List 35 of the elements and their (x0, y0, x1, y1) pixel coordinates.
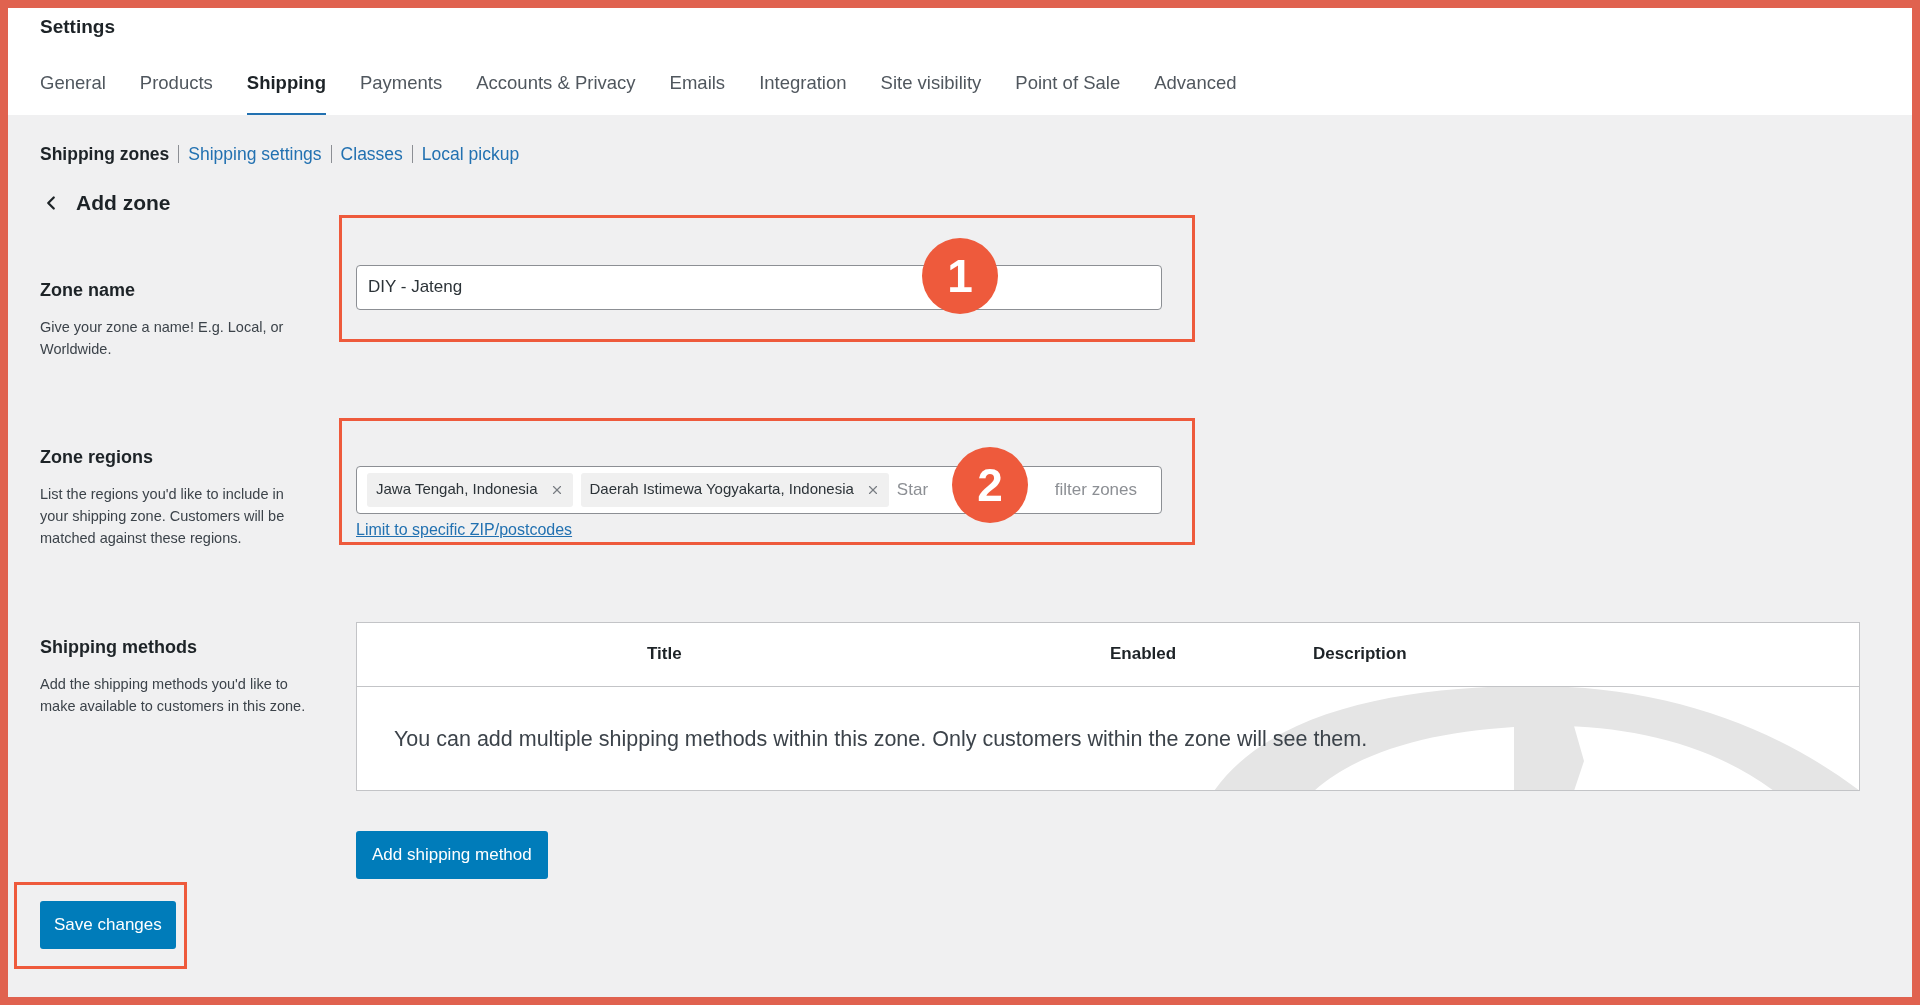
region-chip: Jawa Tengah, Indonesia (367, 472, 573, 507)
column-header: Enabled (1110, 643, 1178, 666)
settings-tab[interactable]: Shipping (246, 69, 326, 115)
settings-tab[interactable]: Products (139, 69, 213, 115)
subnav-link[interactable]: Shipping settings (188, 140, 322, 167)
subnav-link[interactable]: Shipping zones (40, 140, 170, 167)
page-title: Add zone (76, 190, 171, 216)
settings-tab[interactable]: Advanced (1154, 69, 1237, 115)
field-label: Zone name (40, 278, 137, 302)
field-help-text: List the regions you'd like to include in your shipping zone. Customers will be matched against these regions. (40, 484, 286, 548)
settings-tab[interactable]: Payments (359, 69, 443, 115)
callout-number: 1 (922, 238, 998, 314)
page-heading: Settings (40, 15, 116, 39)
subnav-link[interactable]: Local pickup (421, 140, 520, 167)
field-label: Shipping methods (40, 635, 198, 659)
field-help-text: Give your zone a name! E.g. Local, or Worldwide. (40, 317, 285, 359)
placeholder-text: Star (896, 478, 929, 501)
save-changes-button[interactable]: Save changes (40, 900, 176, 949)
settings-tab[interactable]: Emails (669, 69, 726, 115)
settings-tab[interactable]: General (40, 69, 106, 115)
placeholder-text: filter zones (1054, 478, 1137, 501)
settings-tab[interactable]: Integration (759, 69, 847, 115)
settings-tab[interactable]: Accounts & Privacy (476, 69, 636, 115)
column-header: Description (1313, 643, 1407, 666)
empty-message: You can add multiple shipping methods within this zone. Only customers within the zone will see them. (394, 725, 1368, 753)
add-shipping-method-button[interactable]: Add shipping method (356, 830, 548, 879)
field-help-text: Add the shipping methods you'd like to make available to customers in this zone. (40, 674, 307, 716)
subnav-link[interactable]: Classes (340, 140, 403, 167)
settings-tab[interactable]: Point of Sale (1015, 69, 1121, 115)
column-header: Title (647, 643, 683, 666)
settings-tab[interactable]: Site visibility (880, 69, 982, 115)
field-label: Zone regions (40, 445, 154, 469)
postcode-link[interactable]: Limit to specific ZIP/postcodes (356, 517, 573, 542)
region-chip: Daerah Istimewa Yogyakarta, Indonesia (580, 472, 889, 507)
callout-number: 2 (952, 447, 1028, 523)
